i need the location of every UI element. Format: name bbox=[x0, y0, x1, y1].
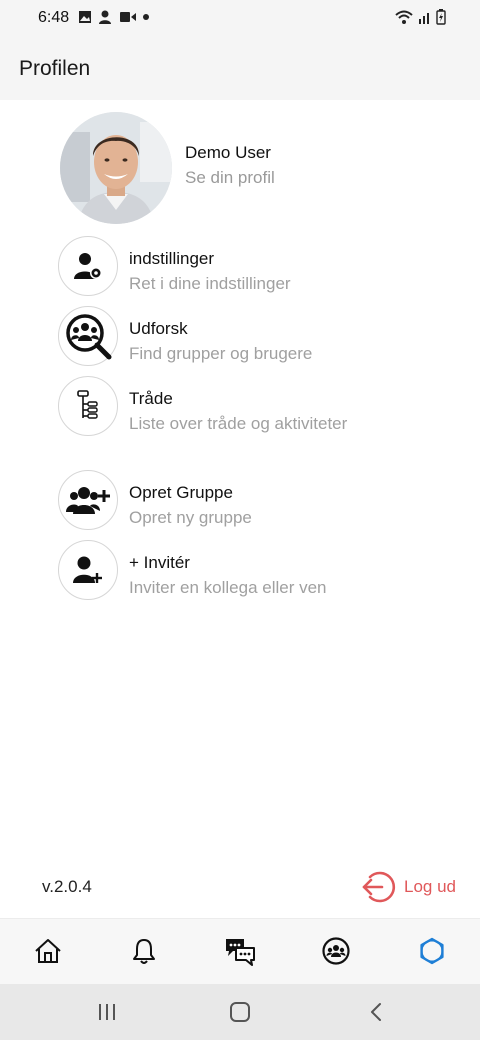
wifi-icon bbox=[395, 10, 413, 24]
group-add-icon bbox=[66, 487, 110, 514]
bottom-nav bbox=[0, 918, 480, 984]
thread-tree-icon bbox=[77, 390, 98, 419]
bell-icon bbox=[133, 939, 155, 964]
menu-title: Tråde bbox=[129, 389, 173, 408]
menu-item-settings[interactable]: indstillinger Ret i dine indstillinger bbox=[58, 236, 418, 298]
status-bar: 6:48 bbox=[0, 0, 480, 36]
menu-icon-circle bbox=[58, 306, 118, 366]
dot-icon bbox=[143, 14, 149, 20]
menu-subtitle: Find grupper og brugere bbox=[129, 344, 313, 363]
menu-item-threads[interactable]: Tråde Liste over tråde og aktiviteter bbox=[58, 376, 418, 438]
logout-button[interactable]: Log ud bbox=[360, 869, 468, 905]
menu-title: indstillinger bbox=[129, 249, 215, 268]
profile-ring-icon bbox=[420, 937, 444, 965]
group-search-icon bbox=[66, 314, 112, 360]
recent-apps-button[interactable] bbox=[93, 1000, 121, 1024]
menu-icon-circle bbox=[58, 470, 118, 530]
status-left-icons bbox=[78, 10, 150, 24]
menu-item-invite[interactable]: + Invitér Inviter en kollega eller ven bbox=[58, 540, 418, 602]
status-time: 6:48 bbox=[38, 9, 70, 26]
person-icon bbox=[99, 10, 111, 24]
nav-notifications[interactable] bbox=[126, 933, 162, 969]
nav-profile[interactable] bbox=[414, 933, 450, 969]
version-label: v.2.0.4 bbox=[42, 877, 92, 896]
menu-subtitle: Liste over tråde og aktiviteter bbox=[129, 414, 348, 433]
logout-label: Log ud bbox=[404, 877, 456, 896]
menu-subtitle: Opret ny gruppe bbox=[129, 508, 252, 527]
page-title: Profilen bbox=[19, 57, 91, 80]
nav-home[interactable] bbox=[30, 933, 66, 969]
status-right-icons bbox=[394, 9, 446, 25]
home-square-icon bbox=[230, 1002, 250, 1022]
home-icon bbox=[35, 939, 61, 963]
nav-chat[interactable] bbox=[222, 933, 258, 969]
recent-apps-icon bbox=[99, 1004, 115, 1020]
menu-icon-circle bbox=[58, 376, 118, 436]
signal-icon bbox=[419, 13, 429, 24]
menu-title: Udforsk bbox=[129, 319, 188, 338]
profile-name[interactable]: Demo User bbox=[185, 143, 271, 163]
system-nav-bar bbox=[0, 984, 480, 1040]
menu-subtitle: Inviter en kollega eller ven bbox=[129, 578, 327, 597]
logout-icon bbox=[362, 871, 396, 903]
user-add-icon bbox=[73, 556, 102, 583]
profile-subtitle[interactable]: Se din profil bbox=[185, 168, 275, 188]
chat-icon bbox=[226, 939, 255, 966]
menu-title: + Invitér bbox=[129, 553, 190, 572]
menu-icon-circle bbox=[58, 540, 118, 600]
app-header: Profilen bbox=[0, 36, 480, 100]
back-button[interactable] bbox=[362, 1000, 390, 1024]
nav-groups[interactable] bbox=[318, 933, 354, 969]
menu-item-create-group[interactable]: Opret Gruppe Opret ny gruppe bbox=[58, 470, 418, 532]
avatar-image bbox=[60, 112, 172, 224]
menu-item-explore[interactable]: Udforsk Find grupper og brugere bbox=[58, 306, 418, 368]
battery-charging-icon bbox=[436, 9, 446, 25]
menu-icon-circle bbox=[58, 236, 118, 296]
image-icon bbox=[79, 11, 91, 23]
home-button[interactable] bbox=[226, 1000, 254, 1024]
video-icon bbox=[120, 12, 136, 22]
avatar[interactable] bbox=[60, 112, 172, 224]
menu-subtitle: Ret i dine indstillinger bbox=[129, 274, 291, 293]
menu-title: Opret Gruppe bbox=[129, 483, 233, 502]
user-settings-icon bbox=[74, 253, 102, 279]
back-chevron-icon bbox=[371, 1003, 381, 1021]
groups-icon bbox=[322, 937, 350, 965]
